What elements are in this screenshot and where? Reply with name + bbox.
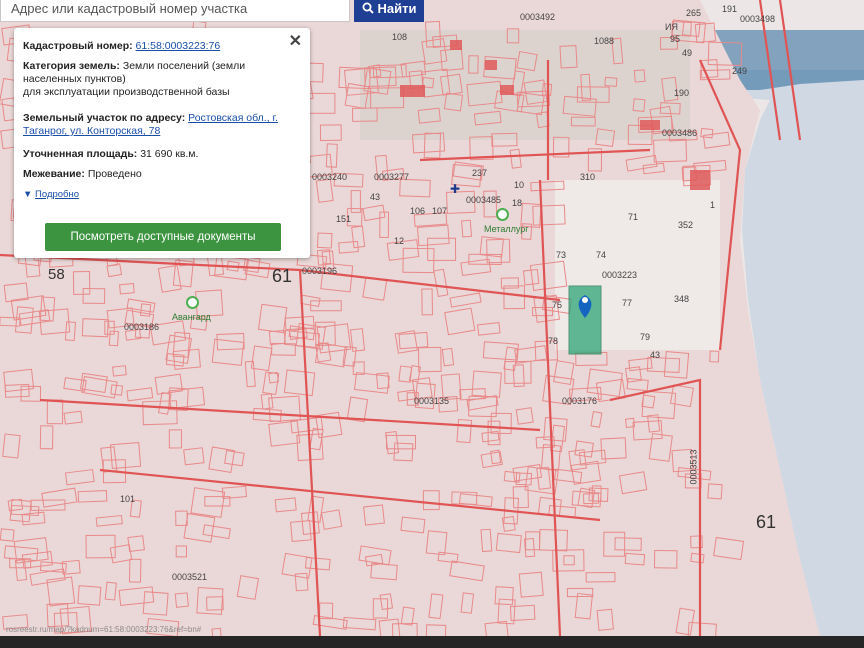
- map-label: 18: [512, 198, 523, 208]
- map-label: 190: [674, 88, 690, 98]
- view-documents-button[interactable]: Посмотреть доступные документы: [45, 223, 281, 251]
- cadastral-row: Кадастровый номер: 61:58:0003223:76: [23, 40, 286, 53]
- survey-row: Межевание: Проведено: [23, 168, 286, 181]
- map-label: 191: [722, 4, 738, 14]
- map-label: 0003498: [740, 14, 776, 24]
- map-label: 1088: [594, 36, 615, 46]
- poi-label[interactable]: Авангард: [172, 312, 211, 322]
- map-label: 12: [394, 236, 405, 246]
- map-label: 0003513: [688, 449, 699, 485]
- map-label: ИЯ: [665, 22, 678, 32]
- map-label: 0003186: [124, 322, 160, 332]
- hospital-poi-icon[interactable]: ✚: [450, 182, 460, 196]
- map-label: 77: [622, 298, 633, 308]
- address-row: Земельный участок по адресу: Ростовская …: [23, 112, 286, 138]
- map-label: 58: [48, 266, 65, 283]
- map-label: 95: [670, 34, 681, 44]
- map-label: 106: [410, 206, 426, 216]
- details-row[interactable]: ▼ Подробно: [23, 188, 286, 201]
- map-label: 78: [548, 336, 559, 346]
- map-label: 310: [580, 172, 596, 182]
- map-label: 0003223: [602, 270, 638, 280]
- area-row: Уточненная площадь: 31 690 кв.м.: [23, 148, 286, 161]
- cadastral-number-link[interactable]: 61:58:0003223:76: [136, 40, 221, 52]
- map-label: 107: [432, 206, 448, 216]
- map-label: 151: [336, 214, 352, 224]
- status-url: rosreestr.ru/map/?kadnum=61:58:0003223:7…: [6, 625, 202, 634]
- search-icon: [362, 2, 374, 14]
- map-label: 352: [678, 220, 694, 230]
- map-label: 237: [472, 168, 488, 178]
- stadium-poi-icon[interactable]: [496, 208, 509, 221]
- map-label: 49: [682, 48, 693, 58]
- map-label: 71: [628, 212, 639, 222]
- stadium-poi-icon[interactable]: [186, 296, 199, 309]
- map-label: 0003486: [662, 128, 698, 138]
- map-label: 0003240: [312, 172, 348, 182]
- map-label: 0003521: [172, 572, 208, 582]
- screen-bezel: [0, 636, 864, 648]
- map-label: 265: [686, 8, 702, 18]
- purpose-value: для эксплуатации производственной базы: [23, 86, 230, 98]
- map-label: 74: [596, 250, 607, 260]
- map-label: 61: [756, 512, 777, 532]
- map-label: 108: [392, 32, 408, 42]
- map-label: 61: [272, 266, 293, 286]
- category-label: Категория земель:: [23, 60, 120, 72]
- map-label: 348: [674, 294, 690, 304]
- survey-value: Проведено: [87, 168, 142, 180]
- map-label: 0003135: [414, 396, 450, 406]
- details-link[interactable]: Подробно: [35, 189, 79, 200]
- map-label: 0003492: [520, 12, 556, 22]
- map-label: 0003277: [374, 172, 410, 182]
- address-label: Земельный участок по адресу:: [23, 112, 186, 124]
- map-label: 0003176: [562, 396, 598, 406]
- map-label: 0003485: [466, 195, 502, 205]
- survey-label: Межевание:: [23, 168, 85, 180]
- search-button[interactable]: Найти: [354, 0, 424, 22]
- map-label: 249: [732, 66, 748, 76]
- search-button-label: Найти: [377, 0, 417, 16]
- poi-label[interactable]: Металлург: [484, 224, 529, 234]
- area-label: Уточненная площадь:: [23, 148, 138, 160]
- map-label: 75: [552, 300, 563, 310]
- close-icon[interactable]: ✕: [289, 34, 302, 50]
- map-label: 101: [120, 494, 136, 504]
- area-value: 31 690 кв.м.: [140, 148, 199, 160]
- cadastral-label: Кадастровый номер:: [23, 40, 133, 52]
- map-label: 43: [370, 192, 381, 202]
- triangle-down-icon: ▼: [23, 189, 33, 200]
- parcel-info-popup: ✕ Кадастровый номер: 61:58:0003223:76 Ка…: [14, 28, 310, 258]
- search-input[interactable]: Адрес или кадастровый номер участка: [0, 0, 350, 22]
- map-label: 73: [556, 250, 567, 260]
- map-label: 0003196: [302, 266, 338, 276]
- map-label: 10: [514, 180, 525, 190]
- map-label: 43: [650, 350, 661, 360]
- map-label: 1: [710, 200, 716, 210]
- map-label: 79: [640, 332, 651, 342]
- category-row: Категория земель: Земли поселений (земли…: [23, 60, 286, 99]
